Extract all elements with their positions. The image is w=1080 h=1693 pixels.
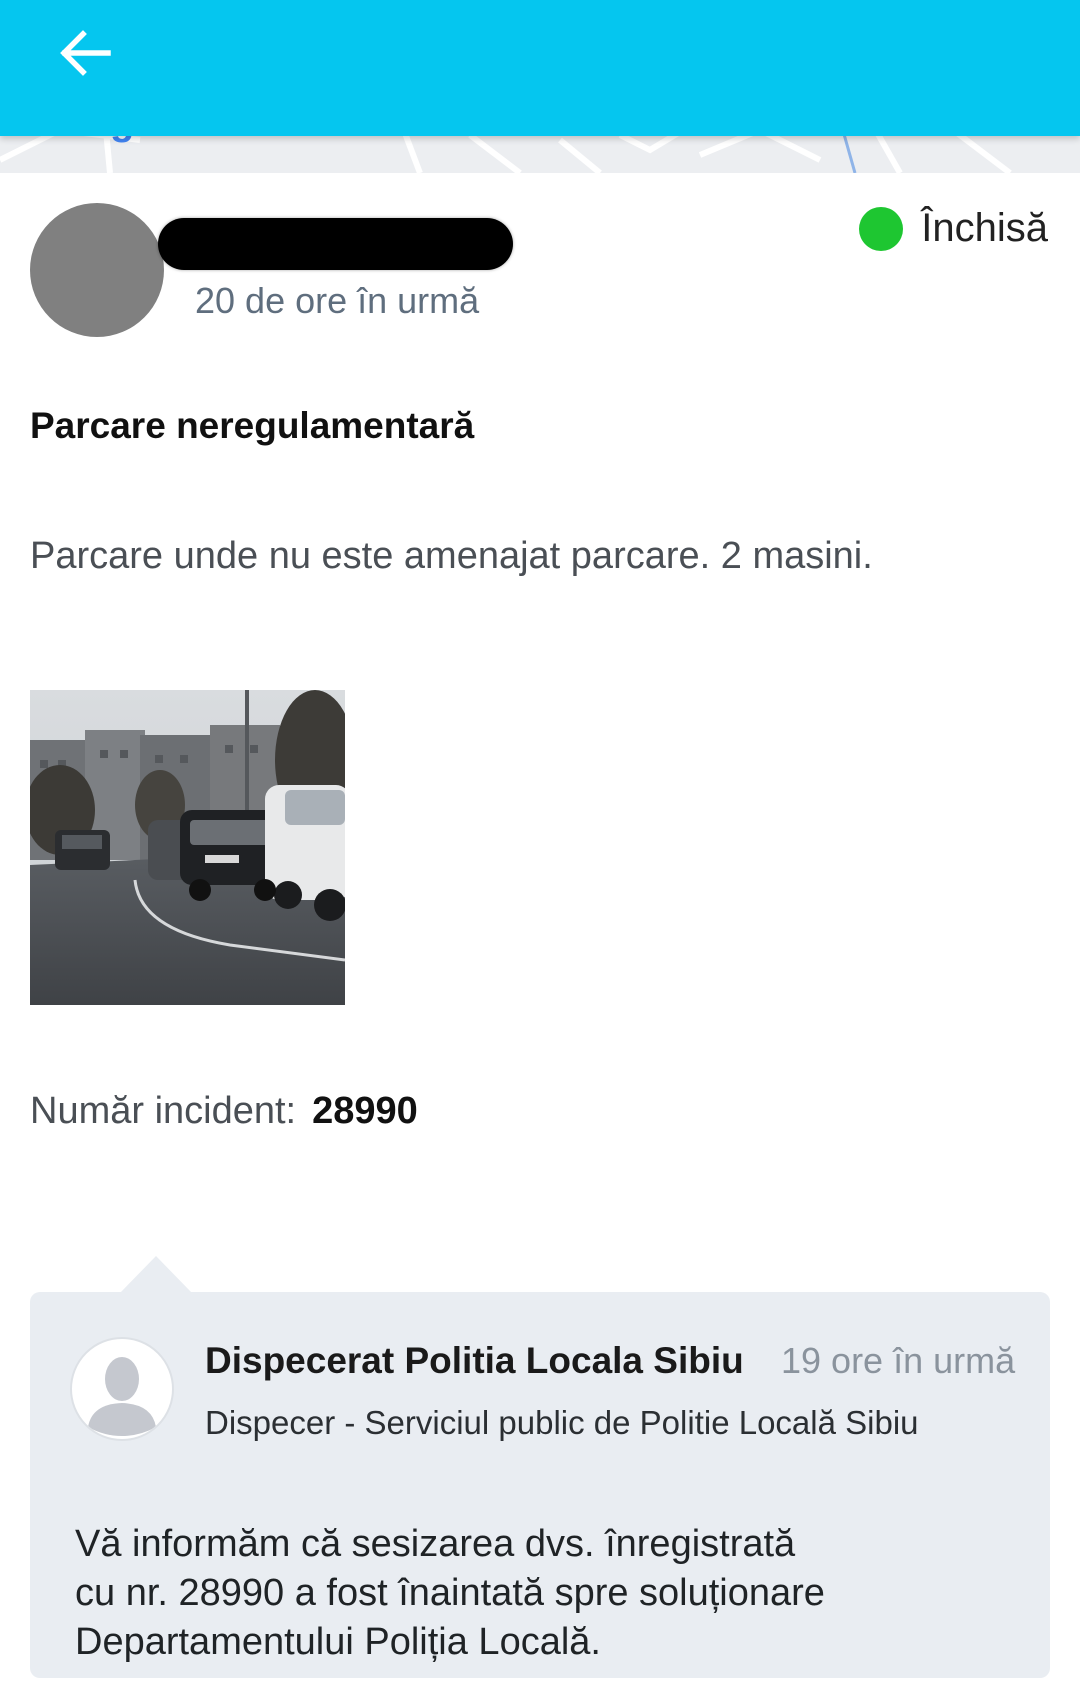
parked-cars-photo: [30, 690, 345, 1005]
status-badge: Închisă: [859, 206, 1048, 251]
incident-description: Parcare unde nu este amenajat parcare. 2…: [30, 535, 873, 577]
reply-message-line: cu nr. 28990 a fost înaintată spre soluț…: [75, 1572, 825, 1614]
reporter-avatar: [30, 203, 164, 337]
reply-author-role: Dispecer - Serviciul public de Politie L…: [205, 1404, 919, 1441]
dispatcher-reply-card: Dispecerat Politia Locala Sibiu 19 ore î…: [30, 1292, 1050, 1678]
incident-detail-screen: Google 20 de ore în urmă Închisă Parcare…: [0, 0, 1080, 1693]
user-placeholder-icon: [70, 1337, 174, 1441]
status-label: Închisă: [921, 206, 1048, 250]
reply-time-ago: 19 ore în urmă: [781, 1340, 1016, 1381]
reporter-name-redacted: [158, 218, 513, 270]
reply-card-pointer: [120, 1256, 192, 1293]
back-button[interactable]: [50, 22, 120, 84]
incident-number-value: 28990: [312, 1090, 418, 1132]
status-dot-icon: [859, 206, 904, 251]
report-time-ago: 20 de ore în urmă: [195, 280, 480, 321]
reply-message-line: Vă informăm că sesizarea dvs. înregistra…: [75, 1523, 796, 1565]
incident-photo[interactable]: [30, 690, 345, 1005]
reply-author-name: Dispecerat Politia Locala Sibiu: [205, 1340, 744, 1381]
incident-number-row: Număr incident: 28990: [30, 1090, 418, 1133]
arrow-left-icon: [60, 30, 111, 76]
user-silhouette-icon: [76, 1343, 168, 1436]
app-bar: [0, 0, 1080, 136]
reply-message-line: Departamentului Poliția Locală.: [75, 1621, 601, 1663]
incident-number-label: Număr incident:: [30, 1090, 297, 1132]
incident-title: Parcare neregulamentară: [30, 405, 475, 446]
reply-message: Vă informăm că sesizarea dvs. înregistra…: [75, 1520, 975, 1667]
